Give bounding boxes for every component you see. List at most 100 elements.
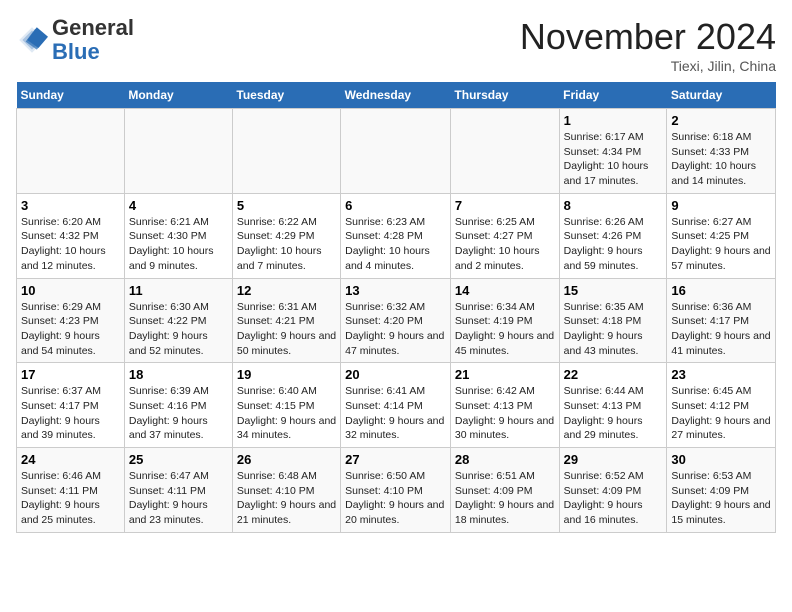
day-number: 28 [455,452,555,467]
day-info: Sunrise: 6:36 AM Sunset: 4:17 PM Dayligh… [671,300,771,359]
day-number: 20 [345,367,446,382]
logo-general: General [52,15,134,40]
day-info: Sunrise: 6:21 AM Sunset: 4:30 PM Dayligh… [129,215,228,274]
day-info: Sunrise: 6:51 AM Sunset: 4:09 PM Dayligh… [455,469,555,528]
day-number: 1 [564,113,663,128]
day-info: Sunrise: 6:18 AM Sunset: 4:33 PM Dayligh… [671,130,771,189]
day-info: Sunrise: 6:22 AM Sunset: 4:29 PM Dayligh… [237,215,336,274]
day-number: 15 [564,283,663,298]
calendar-cell: 7 Sunrise: 6:25 AM Sunset: 4:27 PM Daylig… [450,193,559,278]
day-info: Sunrise: 6:47 AM Sunset: 4:11 PM Dayligh… [129,469,228,528]
calendar-cell: 18 Sunrise: 6:39 AM Sunset: 4:16 PM Dayli… [124,363,232,448]
day-info: Sunrise: 6:44 AM Sunset: 4:13 PM Dayligh… [564,384,663,443]
calendar-cell: 17 Sunrise: 6:37 AM Sunset: 4:17 PM Dayli… [17,363,125,448]
day-number: 11 [129,283,228,298]
day-number: 5 [237,198,336,213]
day-info: Sunrise: 6:52 AM Sunset: 4:09 PM Dayligh… [564,469,663,528]
calendar-cell: 4 Sunrise: 6:21 AM Sunset: 4:30 PM Daylig… [124,193,232,278]
calendar-cell: 10Sunrise: 6:29 AM Sunset: 4:23 PM Dayli… [17,278,125,363]
day-info: Sunrise: 6:25 AM Sunset: 4:27 PM Dayligh… [455,215,555,274]
calendar-cell: 9 Sunrise: 6:27 AM Sunset: 4:25 PM Daylig… [667,193,776,278]
day-number: 21 [455,367,555,382]
day-number: 25 [129,452,228,467]
day-info: Sunrise: 6:42 AM Sunset: 4:13 PM Dayligh… [455,384,555,443]
calendar-table: SundayMondayTuesdayWednesdayThursdayFrid… [16,82,776,533]
day-number: 12 [237,283,336,298]
calendar-cell: 25 Sunrise: 6:47 AM Sunset: 4:11 PM Dayli… [124,448,232,533]
calendar-row: 10Sunrise: 6:29 AM Sunset: 4:23 PM Dayli… [17,278,776,363]
weekday-header: Wednesday [341,82,451,109]
day-info: Sunrise: 6:48 AM Sunset: 4:10 PM Dayligh… [237,469,336,528]
day-number: 27 [345,452,446,467]
title-block: November 2024 Tiexi, Jilin, China [520,16,776,74]
calendar-cell: 26 Sunrise: 6:48 AM Sunset: 4:10 PM Dayli… [232,448,340,533]
day-number: 24 [21,452,120,467]
logo-text: General Blue [52,16,134,64]
day-number: 6 [345,198,446,213]
calendar-cell: 8Sunrise: 6:26 AM Sunset: 4:26 PM Daylig… [559,193,667,278]
weekday-header: Friday [559,82,667,109]
logo-icon [16,24,48,56]
weekday-header: Monday [124,82,232,109]
calendar-cell [124,109,232,194]
day-info: Sunrise: 6:37 AM Sunset: 4:17 PM Dayligh… [21,384,120,443]
day-number: 22 [564,367,663,382]
day-info: Sunrise: 6:39 AM Sunset: 4:16 PM Dayligh… [129,384,228,443]
calendar-cell: 6 Sunrise: 6:23 AM Sunset: 4:28 PM Daylig… [341,193,451,278]
day-number: 30 [671,452,771,467]
month-title: November 2024 [520,16,776,58]
calendar-cell: 14 Sunrise: 6:34 AM Sunset: 4:19 PM Dayli… [450,278,559,363]
calendar-cell: 15 Sunrise: 6:35 AM Sunset: 4:18 PM Dayli… [559,278,667,363]
location: Tiexi, Jilin, China [520,58,776,74]
day-info: Sunrise: 6:41 AM Sunset: 4:14 PM Dayligh… [345,384,446,443]
day-info: Sunrise: 6:46 AM Sunset: 4:11 PM Dayligh… [21,469,120,528]
calendar-cell: 30 Sunrise: 6:53 AM Sunset: 4:09 PM Dayli… [667,448,776,533]
calendar-cell [232,109,340,194]
day-number: 7 [455,198,555,213]
day-number: 26 [237,452,336,467]
weekday-header: Thursday [450,82,559,109]
calendar-cell [17,109,125,194]
calendar-cell: 27Sunrise: 6:50 AM Sunset: 4:10 PM Dayli… [341,448,451,533]
calendar-cell: 28 Sunrise: 6:51 AM Sunset: 4:09 PM Dayli… [450,448,559,533]
calendar-cell: 19 Sunrise: 6:40 AM Sunset: 4:15 PM Dayli… [232,363,340,448]
calendar-cell: 16Sunrise: 6:36 AM Sunset: 4:17 PM Dayli… [667,278,776,363]
day-number: 9 [671,198,771,213]
calendar-cell: 23Sunrise: 6:45 AM Sunset: 4:12 PM Dayli… [667,363,776,448]
day-info: Sunrise: 6:31 AM Sunset: 4:21 PM Dayligh… [237,300,336,359]
day-number: 2 [671,113,771,128]
calendar-cell: 11 Sunrise: 6:30 AM Sunset: 4:22 PM Dayli… [124,278,232,363]
calendar-cell [341,109,451,194]
day-info: Sunrise: 6:27 AM Sunset: 4:25 PM Dayligh… [671,215,771,274]
day-info: Sunrise: 6:34 AM Sunset: 4:19 PM Dayligh… [455,300,555,359]
calendar-cell: 29Sunrise: 6:52 AM Sunset: 4:09 PM Dayli… [559,448,667,533]
day-number: 8 [564,198,663,213]
calendar-cell: 2 Sunrise: 6:18 AM Sunset: 4:33 PM Daylig… [667,109,776,194]
day-number: 23 [671,367,771,382]
day-number: 4 [129,198,228,213]
logo: General Blue [16,16,134,64]
calendar-cell: 12 Sunrise: 6:31 AM Sunset: 4:21 PM Dayli… [232,278,340,363]
day-number: 18 [129,367,228,382]
day-info: Sunrise: 6:23 AM Sunset: 4:28 PM Dayligh… [345,215,446,274]
day-info: Sunrise: 6:30 AM Sunset: 4:22 PM Dayligh… [129,300,228,359]
day-info: Sunrise: 6:40 AM Sunset: 4:15 PM Dayligh… [237,384,336,443]
calendar-cell: 5 Sunrise: 6:22 AM Sunset: 4:29 PM Daylig… [232,193,340,278]
day-info: Sunrise: 6:53 AM Sunset: 4:09 PM Dayligh… [671,469,771,528]
day-number: 13 [345,283,446,298]
calendar-row: 24 Sunrise: 6:46 AM Sunset: 4:11 PM Dayli… [17,448,776,533]
day-number: 3 [21,198,120,213]
calendar-row: 1 Sunrise: 6:17 AM Sunset: 4:34 PM Daylig… [17,109,776,194]
calendar-row: 17 Sunrise: 6:37 AM Sunset: 4:17 PM Dayli… [17,363,776,448]
day-info: Sunrise: 6:20 AM Sunset: 4:32 PM Dayligh… [21,215,120,274]
day-number: 17 [21,367,120,382]
day-info: Sunrise: 6:17 AM Sunset: 4:34 PM Dayligh… [564,130,663,189]
day-info: Sunrise: 6:35 AM Sunset: 4:18 PM Dayligh… [564,300,663,359]
calendar-cell: 20 Sunrise: 6:41 AM Sunset: 4:14 PM Dayli… [341,363,451,448]
day-info: Sunrise: 6:32 AM Sunset: 4:20 PM Dayligh… [345,300,446,359]
calendar-cell [450,109,559,194]
day-number: 14 [455,283,555,298]
weekday-header: Saturday [667,82,776,109]
page-header: General Blue November 2024 Tiexi, Jilin,… [16,16,776,74]
day-number: 19 [237,367,336,382]
